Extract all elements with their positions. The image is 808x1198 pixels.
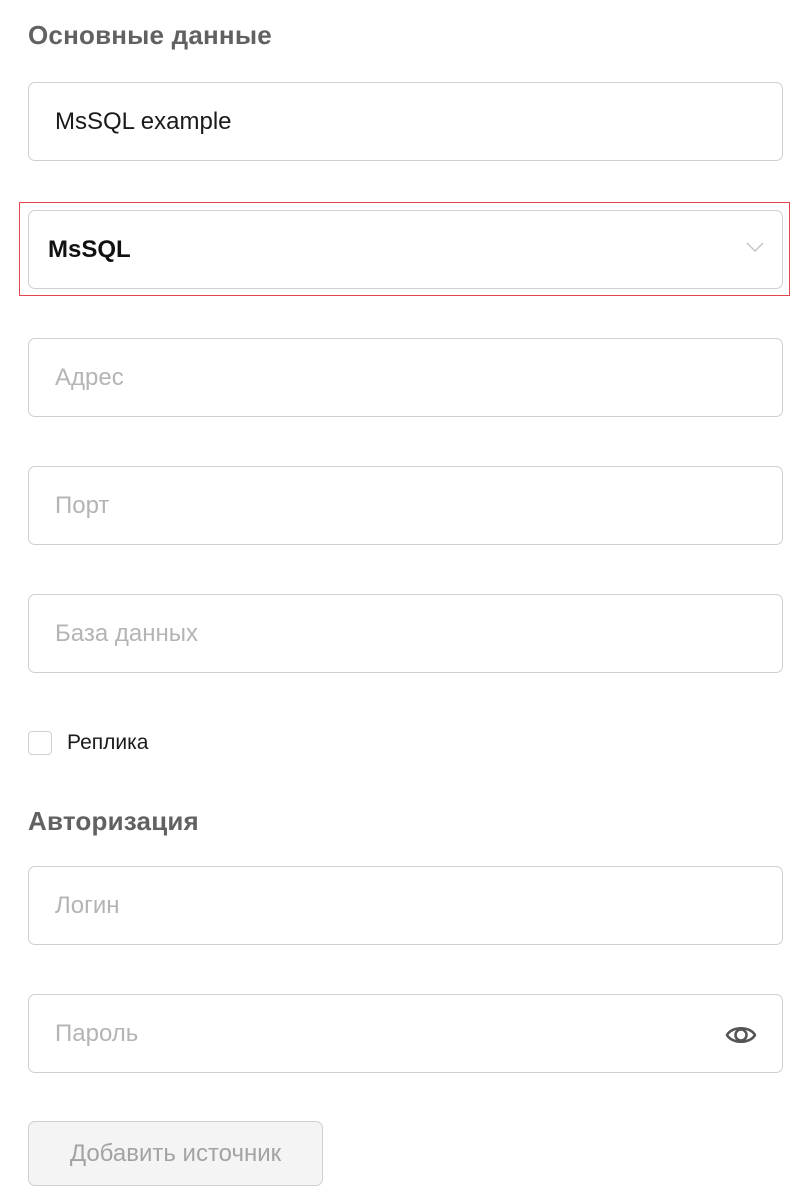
db-type-select[interactable]: MsSQL: [28, 210, 783, 289]
address-input[interactable]: [29, 339, 782, 416]
chevron-down-icon: [746, 242, 764, 252]
database-field[interactable]: [28, 594, 783, 673]
password-input[interactable]: [29, 995, 782, 1072]
db-type-selected-value: MsSQL: [48, 235, 131, 263]
section-title-main: Основные данные: [28, 20, 272, 50]
password-field[interactable]: [28, 994, 783, 1073]
database-input[interactable]: [29, 595, 782, 672]
login-field[interactable]: [28, 866, 783, 945]
name-input[interactable]: [29, 83, 782, 160]
eye-icon[interactable]: [724, 1018, 758, 1052]
replica-option[interactable]: Реплика: [28, 729, 148, 757]
add-source-button[interactable]: Добавить источник: [28, 1121, 323, 1186]
replica-checkbox[interactable]: [28, 731, 52, 755]
address-field[interactable]: [28, 338, 783, 417]
port-input[interactable]: [29, 467, 782, 544]
name-field[interactable]: [28, 82, 783, 161]
replica-label[interactable]: Реплика: [67, 731, 148, 755]
section-title-auth: Авторизация: [28, 806, 199, 836]
port-field[interactable]: [28, 466, 783, 545]
login-input[interactable]: [29, 867, 782, 944]
